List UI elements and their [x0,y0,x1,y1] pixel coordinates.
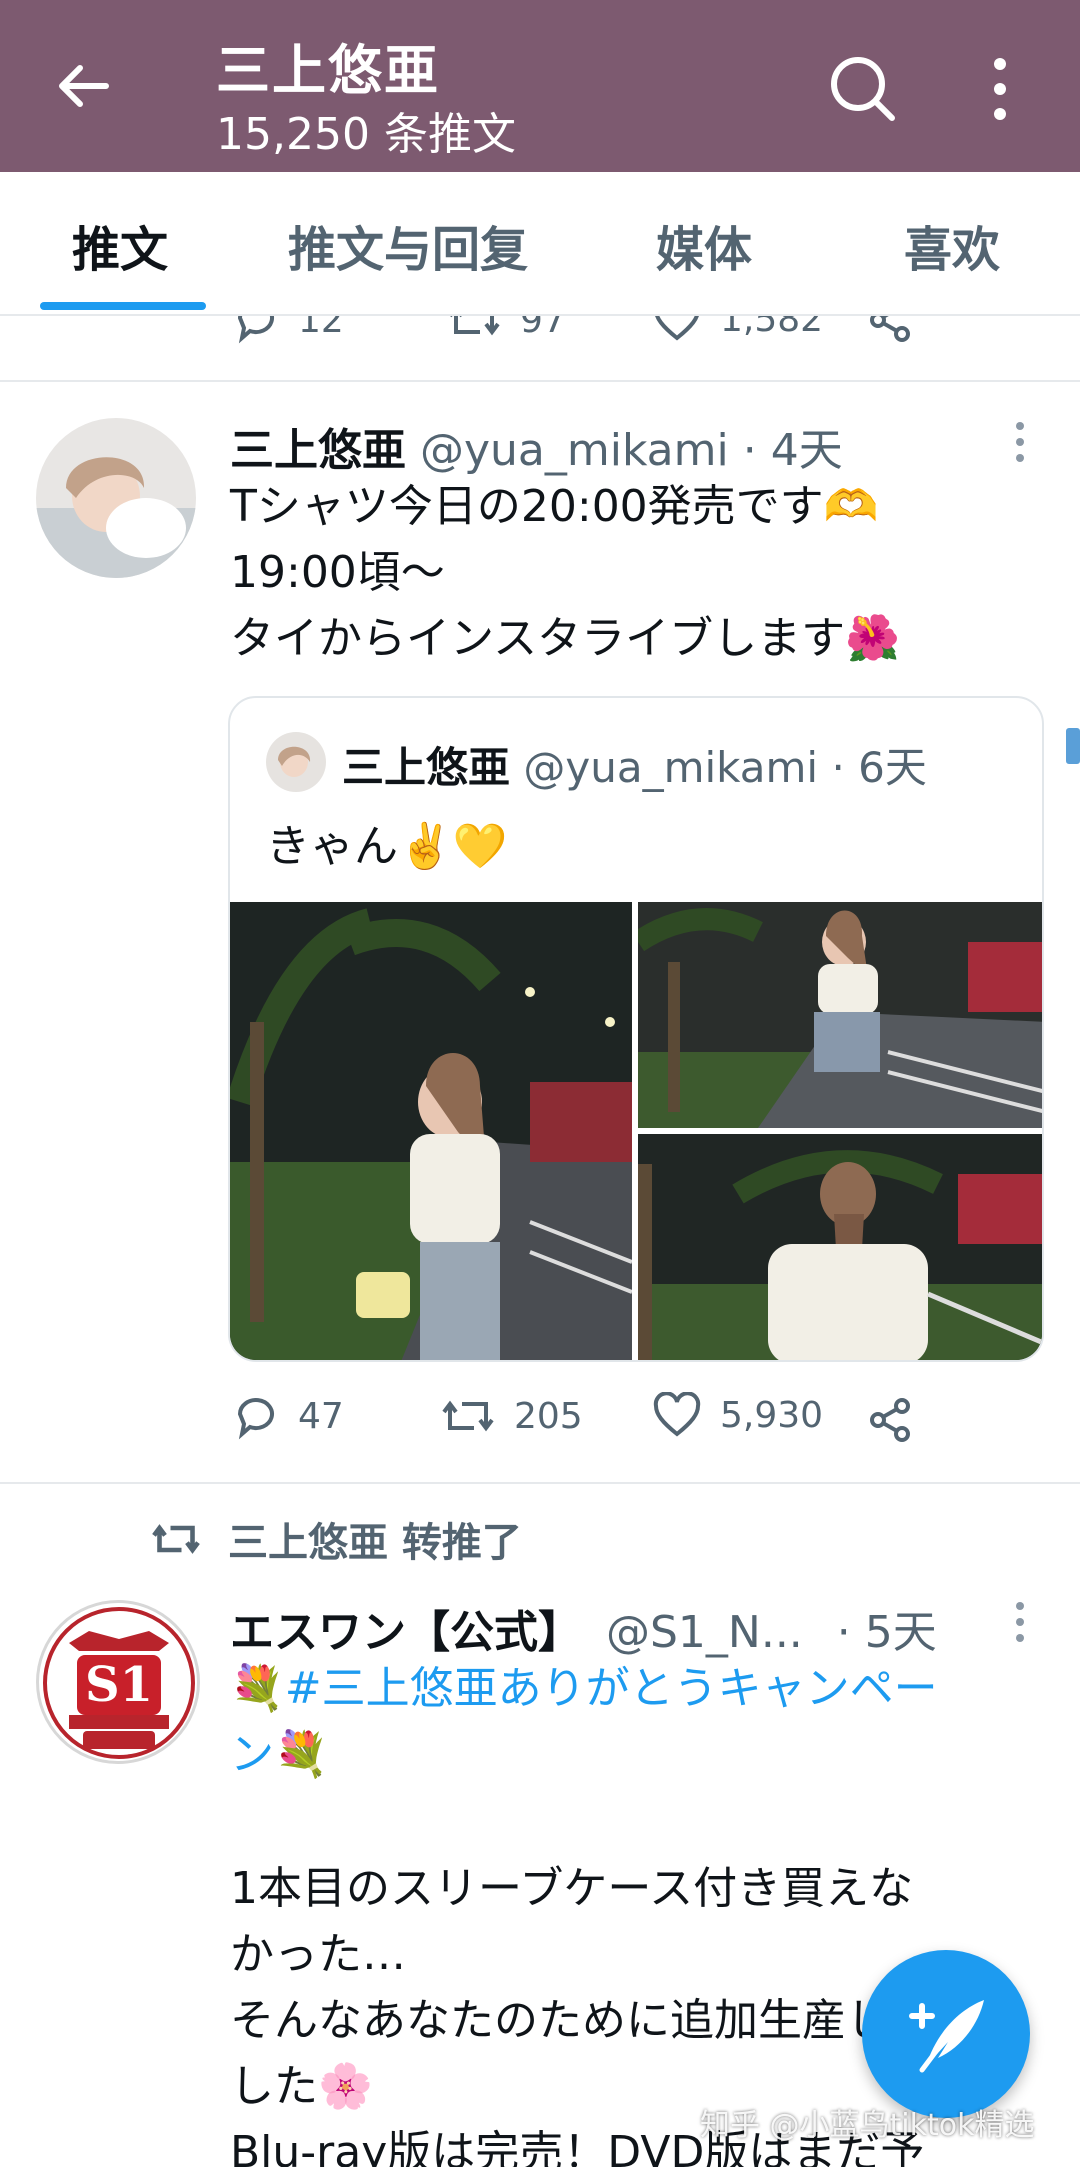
timestamp: · 4天 [742,425,843,476]
profile-photo [36,418,196,578]
tweet-line: Tシャツ今日の20:00発売です🫶 [230,481,879,532]
tweet-line: タイからインスタライブします🌺 [230,613,900,664]
like-count: 1,582 [720,316,824,340]
like-count: 5,930 [720,1394,824,1436]
tweet-menu-icon[interactable] [1010,1598,1030,1646]
tweet-line: 19:00頃〜 [230,547,445,598]
reply-count: 12 [298,316,344,341]
quoted-display-name: 三上悠亜 [342,743,511,792]
reply-button[interactable]: 12 [232,316,344,344]
retweet-icon [152,1524,200,1554]
compose-feather-icon [909,2000,984,2073]
tab-media[interactable]: 媒体 [656,210,752,280]
quoted-tweet[interactable]: 三上悠亜 @yua_mikami · 6天 きゃん✌️💛 [228,696,1044,1362]
tweet-header: エスワン【公式】 @S1_N... · 5天 [230,1596,937,1660]
more-vertical-icon[interactable] [978,54,1022,124]
tab-tweets[interactable]: 推文 [72,210,168,280]
retweet-icon [450,316,500,336]
reply-icon [237,1398,274,1440]
handle[interactable]: @yua_mikami [420,425,729,476]
tweet-line: かった… [230,1929,406,1980]
quoted-avatar [266,732,326,792]
reply-button[interactable]: 47 [232,1392,344,1440]
profile-title: 三上悠亜 [216,39,440,102]
handle[interactable]: @S1_N... [606,1607,803,1658]
back-arrow-icon[interactable] [52,54,116,118]
tweet-text: Tシャツ今日の20:00発売です🫶 19:00頃〜 タイからインスタライブします… [230,474,900,672]
retweet-button[interactable]: 205 [440,1392,583,1440]
tweet-count: 15,250 条推文 [216,109,516,160]
tweet-menu-icon[interactable] [1010,418,1030,466]
scroll-indicator[interactable] [1066,728,1080,764]
tweet-line: 1本目のスリーブケース付き買えな [230,1863,914,1914]
heart-icon [655,316,699,341]
retweeted-by: 三上悠亜 转推了 [150,1510,522,1568]
reply-icon [237,316,274,344]
compose-tweet-button[interactable] [862,1950,1030,2118]
share-icon[interactable] [866,316,914,344]
watermark: 知乎 @小蓝鸟tiktok精选 [700,2108,1035,2143]
display-name[interactable]: エスワン【公式】 [230,1607,582,1658]
quoted-text: きゃん✌️💛 [266,821,508,872]
svg-text:S1: S1 [85,1657,153,1713]
tweet-line: そんなあなたのために追加生産しま [230,1995,934,2046]
photo-1[interactable] [230,902,632,1360]
like-button[interactable]: 5,930 [652,1392,823,1438]
share-icon[interactable] [866,1396,914,1444]
retweet-count: 205 [514,1395,583,1437]
profile-tabs: 推文 推文与回复 媒体 喜欢 [0,172,1080,316]
like-button[interactable]: 1,582 [652,316,823,342]
retweet-icon [442,1400,494,1432]
app-bar: 三上悠亜 15,250 条推文 [0,0,1080,172]
tweet-divider [0,1482,1080,1484]
tweet-actions: 47 205 5,930 [230,1392,990,1452]
hashtag-link[interactable]: 💐#三上悠亜ありがとうキャンペー [230,1656,938,1722]
retweet-button[interactable]: 97 [446,316,566,344]
search-icon[interactable] [828,54,898,124]
quoted-header: 三上悠亜 @yua_mikami · 6天 [342,734,927,795]
previous-tweet-actions: 12 97 1,582 [0,316,1080,382]
avatar[interactable] [36,418,196,578]
tweet-header: 三上悠亜 @yua_mikami · 4天 [230,414,843,478]
active-tab-indicator [40,302,206,310]
heart-icon [653,1392,701,1437]
s1-logo: S1 [43,1607,195,1759]
photo-2[interactable] [638,902,1042,1128]
photo-3[interactable] [638,1134,1042,1360]
quoted-timestamp: · 6天 [831,743,927,792]
quoted-handle: @yua_mikami [523,743,819,792]
tab-tweets-replies[interactable]: 推文与回复 [288,210,528,280]
timestamp: · 5天 [836,1607,937,1658]
reply-count: 47 [298,1395,344,1437]
retweeted-by-label[interactable]: 三上悠亜 转推了 [228,1510,522,1568]
retweet-count: 97 [520,316,566,341]
tweet-text: 💐#三上悠亜ありがとうキャンペー ン💐 1本目のスリーブケース付き買えな かった… [230,1656,938,2167]
tab-likes[interactable]: 喜欢 [904,210,1000,280]
display-name[interactable]: 三上悠亜 [230,425,406,476]
avatar[interactable]: S1 [36,1600,200,1764]
hashtag-link[interactable]: ン💐 [230,1722,938,1788]
